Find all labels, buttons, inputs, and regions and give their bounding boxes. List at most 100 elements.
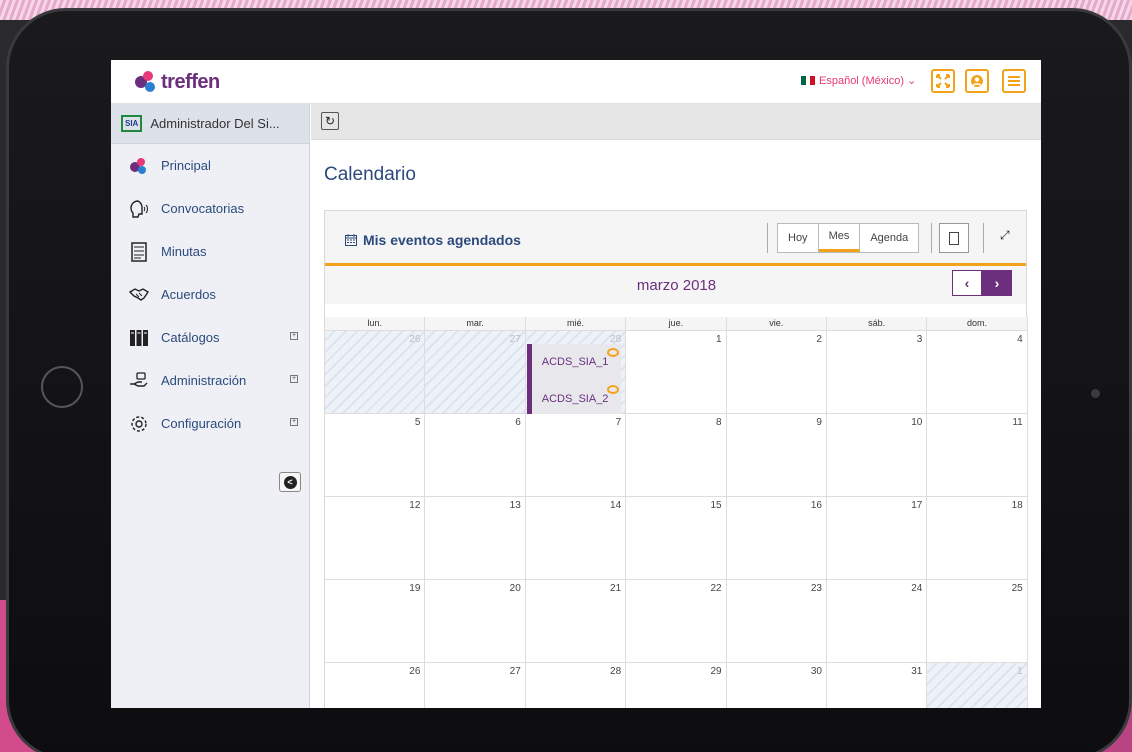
- day-number[interactable]: 4: [1017, 334, 1023, 345]
- calendar-day-cell[interactable]: 8: [626, 414, 727, 496]
- content-toolbar: ↻: [311, 104, 1041, 140]
- sidebar-item-convocatorias[interactable]: Convocatorias: [111, 187, 309, 230]
- menu-button[interactable]: [1002, 69, 1026, 93]
- calendar-day-cell[interactable]: 25: [927, 580, 1028, 662]
- view-agenda-button[interactable]: Agenda: [860, 224, 918, 252]
- sidebar-item-configuracion[interactable]: Configuración +: [111, 402, 309, 445]
- calendar-day-cell[interactable]: 13: [425, 497, 526, 579]
- calendar-day-cell[interactable]: 18: [927, 497, 1028, 579]
- user-profile[interactable]: SIA Administrador Del Si...: [111, 104, 309, 144]
- day-number[interactable]: 23: [811, 583, 822, 594]
- calendar-day-cell[interactable]: 23: [726, 580, 827, 662]
- user-button[interactable]: [965, 69, 989, 93]
- calendar-day-cell[interactable]: 14: [525, 497, 627, 579]
- fullscreen-button[interactable]: [931, 69, 955, 93]
- export-document-button[interactable]: [939, 223, 969, 253]
- calendar-day-cell[interactable]: 20: [425, 580, 526, 662]
- day-number[interactable]: 2: [816, 334, 822, 345]
- calendar-day-cell[interactable]: 27: [425, 663, 526, 708]
- sidebar-item-minutas[interactable]: Minutas: [111, 230, 309, 273]
- day-number[interactable]: 12: [409, 500, 420, 511]
- day-number[interactable]: 15: [710, 500, 721, 511]
- day-number[interactable]: 26: [409, 334, 420, 345]
- expand-panel-button[interactable]: ⤢: [1000, 228, 1010, 243]
- day-number[interactable]: 16: [811, 500, 822, 511]
- expand-plus-icon[interactable]: +: [290, 418, 298, 426]
- calendar-day-cell[interactable]: 7: [525, 414, 627, 496]
- refresh-button[interactable]: ↻: [321, 112, 339, 130]
- day-number[interactable]: 13: [510, 500, 521, 511]
- calendar-day-cell[interactable]: 21: [525, 580, 627, 662]
- view-today-button[interactable]: Hoy: [778, 224, 819, 252]
- day-number[interactable]: 27: [510, 666, 521, 677]
- day-number[interactable]: 1: [1017, 666, 1023, 677]
- sidebar-item-principal[interactable]: Principal: [111, 144, 309, 187]
- day-number[interactable]: 24: [911, 583, 922, 594]
- calendar-day-cell[interactable]: 28: [525, 663, 627, 708]
- calendar-day-cell[interactable]: 17: [826, 497, 928, 579]
- calendar-day-cell[interactable]: 1: [927, 663, 1028, 708]
- day-number[interactable]: 17: [911, 500, 922, 511]
- calendar-day-cell[interactable]: 9: [726, 414, 827, 496]
- expand-plus-icon[interactable]: +: [290, 375, 298, 383]
- calendar-day-cell[interactable]: 24: [826, 580, 928, 662]
- sidebar-item-acuerdos[interactable]: Acuerdos: [111, 273, 309, 316]
- calendar-day-cell[interactable]: 15: [626, 497, 727, 579]
- calendar-day-cell[interactable]: 19: [325, 580, 426, 662]
- calendar-day-cell[interactable]: 16: [726, 497, 827, 579]
- calendar-day-cell[interactable]: 1: [626, 331, 727, 413]
- collapse-sidebar-button[interactable]: <: [279, 472, 301, 492]
- day-number[interactable]: 19: [409, 583, 420, 594]
- day-number[interactable]: 25: [1012, 583, 1023, 594]
- day-number[interactable]: 6: [515, 417, 521, 428]
- day-number[interactable]: 1: [716, 334, 722, 345]
- day-number[interactable]: 26: [409, 666, 420, 677]
- calendar-day-cell[interactable]: 2: [726, 331, 827, 413]
- day-number[interactable]: 22: [710, 583, 721, 594]
- day-number[interactable]: 18: [1012, 500, 1023, 511]
- day-number[interactable]: 9: [816, 417, 822, 428]
- day-number[interactable]: 14: [610, 500, 621, 511]
- calendar-day-cell[interactable]: 27: [425, 331, 526, 413]
- day-number[interactable]: 31: [911, 666, 922, 677]
- day-number[interactable]: 27: [510, 334, 521, 345]
- day-number[interactable]: 11: [1012, 417, 1022, 428]
- day-number[interactable]: 3: [917, 334, 923, 345]
- calendar-day-cell[interactable]: 26: [325, 663, 426, 708]
- day-number[interactable]: 28: [610, 666, 621, 677]
- day-number[interactable]: 10: [911, 417, 922, 428]
- calendar-event[interactable]: ACDS_SIA_1: [526, 344, 622, 381]
- day-number[interactable]: 8: [716, 417, 722, 428]
- sidebar-item-catalogos[interactable]: Catálogos +: [111, 316, 309, 359]
- language-selector[interactable]: Español (México) ⌄: [801, 74, 916, 87]
- next-month-button[interactable]: ›: [982, 270, 1012, 296]
- calendar-event[interactable]: ACDS_SIA_2: [526, 381, 622, 418]
- calendar-day-cell[interactable]: 12: [325, 497, 426, 579]
- calendar-day-cell[interactable]: 10: [826, 414, 928, 496]
- sidebar-item-administracion[interactable]: Administración +: [111, 359, 309, 402]
- calendar-day-cell[interactable]: 31: [826, 663, 928, 708]
- day-number[interactable]: 7: [616, 417, 622, 428]
- day-number[interactable]: 5: [415, 417, 421, 428]
- day-number[interactable]: 21: [610, 583, 621, 594]
- calendar-day-cell[interactable]: 6: [425, 414, 526, 496]
- calendar-day-cell[interactable]: 29: [626, 663, 727, 708]
- day-number[interactable]: 29: [710, 666, 721, 677]
- calendar-day-cell[interactable]: 26: [325, 331, 426, 413]
- document-icon: [129, 241, 149, 262]
- expand-plus-icon[interactable]: +: [290, 332, 298, 340]
- handshake-icon: [129, 285, 149, 305]
- calendar-day-cell[interactable]: 5: [325, 414, 426, 496]
- calendar-day-cell[interactable]: 4: [927, 331, 1028, 413]
- language-label: Español (México) ⌄: [819, 75, 917, 87]
- day-number[interactable]: 30: [811, 666, 822, 677]
- calendar-day-cell[interactable]: 30: [726, 663, 827, 708]
- calendar-day-cell[interactable]: 22: [626, 580, 727, 662]
- app-logo[interactable]: treffen: [133, 70, 220, 94]
- view-month-button[interactable]: Mes: [818, 224, 861, 252]
- calendar-day-cell[interactable]: 11: [927, 414, 1028, 496]
- calendar-day-cell[interactable]: 3: [826, 331, 928, 413]
- day-number[interactable]: 20: [510, 583, 521, 594]
- calendar-day-cell[interactable]: 28 ACDS_SIA_1 ACDS_SIA_2: [525, 331, 627, 418]
- prev-month-button[interactable]: ‹: [952, 270, 982, 296]
